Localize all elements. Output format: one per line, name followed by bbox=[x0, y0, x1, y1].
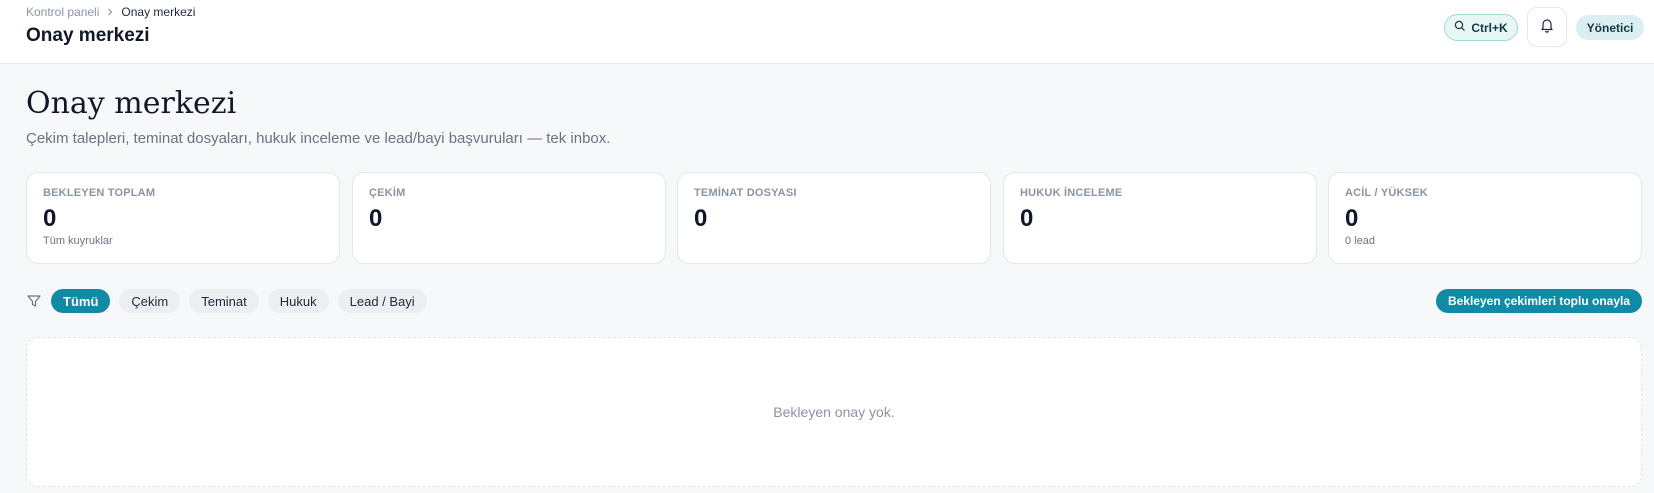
breadcrumb-item-current: Onay merkezi bbox=[121, 5, 196, 19]
stat-card-legal-review: HUKUK İNCELEME 0 bbox=[1003, 172, 1317, 264]
empty-state-message: Bekleyen onay yok. bbox=[773, 404, 895, 420]
stat-subtext: Tüm kuyruklar bbox=[43, 235, 113, 247]
approvals-list-panel: Bekleyen onay yok. bbox=[26, 337, 1642, 487]
search-shortcut-label: Ctrl+K bbox=[1471, 20, 1508, 35]
stat-card-withdrawal: ÇEKİM 0 bbox=[352, 172, 666, 264]
stat-value: 0 bbox=[1020, 205, 1034, 232]
bell-icon bbox=[1539, 17, 1555, 38]
stat-label: ACİL / YÜKSEK bbox=[1345, 187, 1428, 199]
stat-label: ÇEKİM bbox=[369, 187, 406, 199]
header-title: Onay merkezi bbox=[26, 25, 150, 46]
stat-value: 0 bbox=[43, 205, 57, 232]
filter-chip-withdrawal[interactable]: Çekim bbox=[119, 289, 181, 313]
stat-card-urgent: ACİL / YÜKSEK 0 0 lead bbox=[1328, 172, 1642, 264]
stat-card-pending-total: BEKLEYEN TOPLAM 0 Tüm kuyruklar bbox=[26, 172, 340, 264]
stat-card-collateral: TEMİNAT DOSYASI 0 bbox=[677, 172, 991, 264]
stat-label: BEKLEYEN TOPLAM bbox=[43, 187, 156, 199]
filter-bar: Tümü Çekim Teminat Hukuk Lead / Bayi bbox=[26, 289, 427, 313]
stat-value: 0 bbox=[369, 205, 383, 232]
notifications-button[interactable] bbox=[1527, 7, 1567, 47]
page-subtitle: Çekim talepleri, teminat dosyaları, huku… bbox=[26, 130, 611, 147]
top-header: Kontrol paneli Onay merkezi Onay merkezi… bbox=[0, 0, 1654, 64]
filter-chip-all[interactable]: Tümü bbox=[51, 289, 111, 313]
search-icon bbox=[1454, 20, 1466, 35]
stat-subtext: 0 lead bbox=[1345, 235, 1375, 247]
filter-chip-lead-dealer[interactable]: Lead / Bayi bbox=[337, 289, 427, 313]
filter-icon bbox=[26, 293, 42, 309]
stat-value: 0 bbox=[1345, 205, 1359, 232]
user-role-badge[interactable]: Yönetici bbox=[1576, 15, 1644, 40]
filter-chip-legal[interactable]: Hukuk bbox=[267, 289, 329, 313]
stat-value: 0 bbox=[694, 205, 708, 232]
page-title: Onay merkezi bbox=[26, 86, 237, 121]
filter-chip-collateral[interactable]: Teminat bbox=[189, 289, 259, 313]
chevron-right-icon bbox=[106, 5, 114, 19]
stat-label: TEMİNAT DOSYASI bbox=[694, 187, 797, 199]
breadcrumb: Kontrol paneli Onay merkezi bbox=[26, 5, 195, 19]
search-button[interactable]: Ctrl+K bbox=[1444, 14, 1518, 41]
bulk-approve-button[interactable]: Bekleyen çekimleri toplu onayla bbox=[1436, 289, 1642, 313]
stat-label: HUKUK İNCELEME bbox=[1020, 187, 1123, 199]
breadcrumb-item-dashboard[interactable]: Kontrol paneli bbox=[26, 5, 99, 19]
